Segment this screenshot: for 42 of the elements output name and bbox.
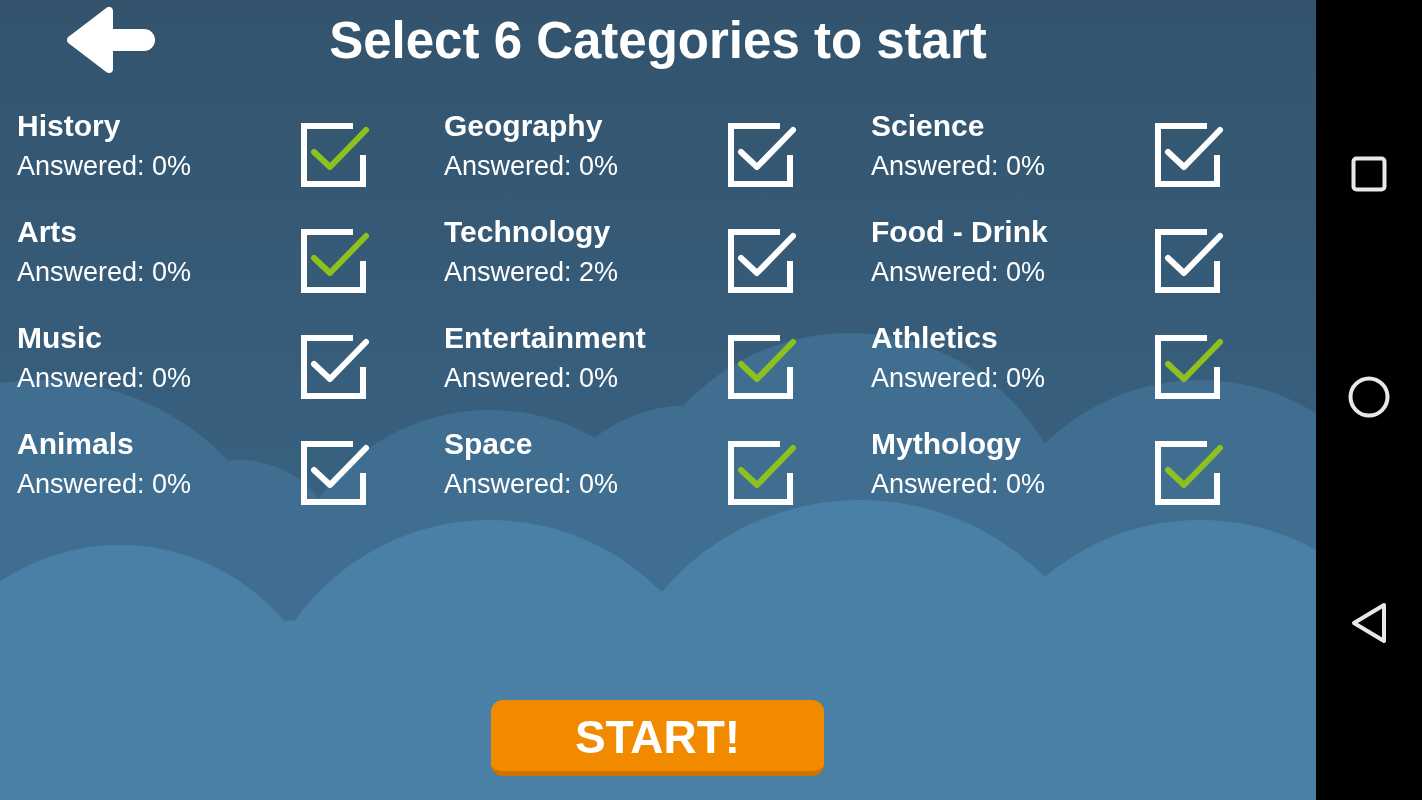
square-icon[interactable] [1351,156,1387,192]
checkbox[interactable] [1154,122,1224,188]
answered-percentage: Answered: 0% [871,150,1047,183]
category-name: Science [871,108,986,144]
answered-percentage: Answered: 0% [17,362,193,395]
checkbox[interactable] [1154,334,1224,400]
answered-percentage: Answered: 0% [444,468,620,501]
category-name: Space [444,426,534,462]
checkbox[interactable] [727,440,797,506]
category-name: Entertainment [444,320,647,356]
answered-percentage: Answered: 0% [871,256,1047,289]
answered-percentage: Answered: 0% [444,150,620,183]
checkbox[interactable] [1154,228,1224,294]
checkbox[interactable] [727,228,797,294]
checkbox[interactable] [300,122,370,188]
answered-percentage: Answered: 0% [871,362,1047,395]
back-triangle-icon[interactable] [1351,602,1387,644]
checkbox[interactable] [300,228,370,294]
answered-percentage: Answered: 2% [444,256,620,289]
answered-percentage: Answered: 0% [444,362,620,395]
start-button[interactable]: START! [491,700,824,776]
category-name: Food - Drink [871,214,1049,250]
category-name: Animals [17,426,135,462]
arrow-left-icon [67,7,155,73]
answered-percentage: Answered: 0% [17,150,193,183]
category-name: Technology [444,214,612,250]
answered-percentage: Answered: 0% [871,468,1047,501]
back-button[interactable] [67,7,155,73]
category-name: Athletics [871,320,999,356]
category-name: Mythology [871,426,1022,462]
checkbox[interactable] [1154,440,1224,506]
category-name: History [17,108,122,144]
category-name: Geography [444,108,604,144]
answered-percentage: Answered: 0% [17,468,193,501]
circle-icon[interactable] [1348,376,1390,418]
category-name: Arts [17,214,78,250]
category-name: Music [17,320,104,356]
checkbox[interactable] [300,440,370,506]
checkbox[interactable] [300,334,370,400]
checkbox[interactable] [727,122,797,188]
checkbox[interactable] [727,334,797,400]
answered-percentage: Answered: 0% [17,256,193,289]
